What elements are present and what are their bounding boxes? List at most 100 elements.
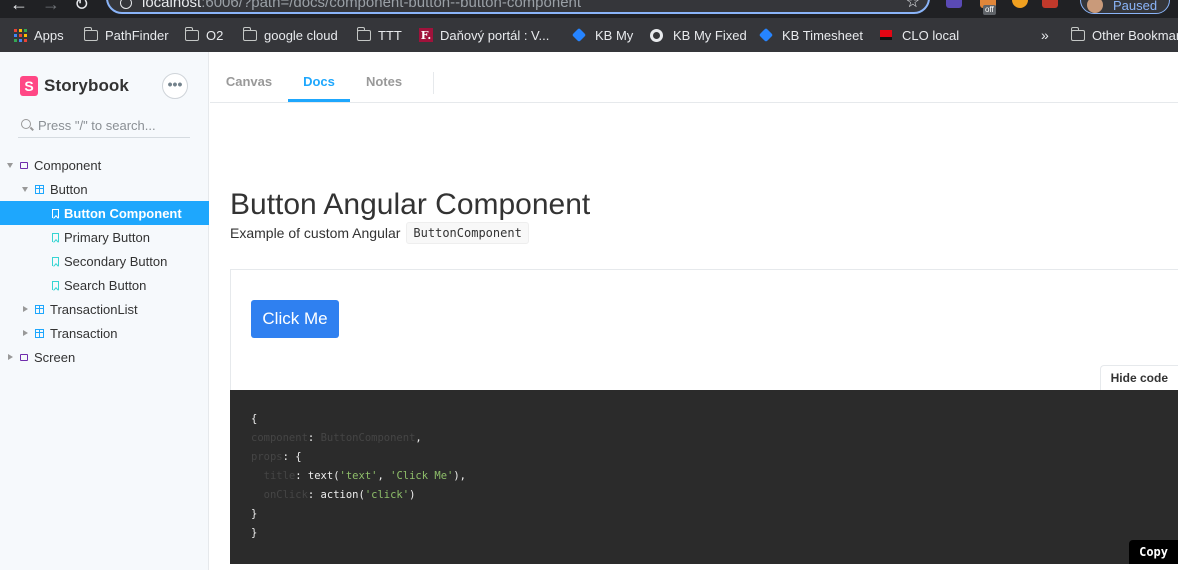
bookmark-story-icon (52, 208, 59, 218)
avatar (1087, 0, 1103, 13)
bookmark-label: O2 (206, 27, 224, 43)
tab-divider (433, 72, 434, 94)
code-block: {component: ButtonComponent, props: { tit… (230, 390, 1178, 564)
bookmark-star-icon[interactable]: ☆ (906, 0, 920, 12)
storybook-logo[interactable]: S Storybook (20, 76, 129, 96)
globe-icon (650, 28, 663, 42)
site-info-icon[interactable] (120, 0, 132, 9)
tree-item-label: Primary Button (64, 229, 150, 245)
bookmark-o2[interactable]: O2 (184, 18, 224, 52)
caret-right-icon[interactable] (23, 306, 28, 312)
search-icon (21, 119, 31, 129)
caret-right-icon[interactable] (8, 354, 13, 360)
code-token: 'Click Me' (390, 470, 454, 482)
bookmark-pathfinder[interactable]: PathFinder (83, 18, 169, 52)
extension-icon[interactable] (1042, 0, 1058, 8)
brand-name: Storybook (44, 76, 129, 95)
click-me-button[interactable]: Click Me (251, 300, 339, 338)
financni-sprava-icon: F. (419, 28, 433, 42)
code-token: : text( (295, 470, 340, 482)
url-host: localhost (142, 0, 202, 11)
main-panel: Canvas Docs Notes Button Angular Compone… (210, 52, 1178, 570)
code-line: onClick: action('click') (251, 486, 1157, 505)
bookmark-label: KB My (595, 27, 634, 43)
tab-docs[interactable]: Docs (288, 62, 350, 102)
bookmarks-overflow-button[interactable]: » (1041, 18, 1049, 52)
search-input[interactable] (38, 115, 188, 135)
tree-item-secondary-button[interactable]: Secondary Button (0, 249, 209, 273)
hide-code-button[interactable]: Hide code (1099, 365, 1178, 390)
tree-item-transaction[interactable]: Transaction (0, 321, 209, 345)
bookmark-apps[interactable]: Apps (14, 18, 64, 52)
code-token: : action( (307, 489, 365, 501)
bookmark-ttt[interactable]: TTT (356, 18, 402, 52)
profile-button[interactable]: Paused (1080, 0, 1170, 14)
other-bookmarks[interactable]: Other Bookmarks (1070, 18, 1178, 52)
url-path: :6006/?path=/docs/component-button--butt… (201, 0, 582, 11)
bookmark-clo-local[interactable]: CLO local (880, 18, 959, 52)
clo-icon (880, 30, 892, 40)
bookmark-kb-my-fixed[interactable]: KB My Fixed (650, 18, 747, 52)
bookmark-kb-my[interactable]: KB My (571, 18, 634, 52)
caret-down-icon[interactable] (22, 186, 28, 192)
tree-item-screen[interactable]: Screen (0, 345, 209, 369)
address-bar[interactable]: localhost:6006/?path=/docs/component-but… (106, 0, 930, 14)
jira-icon (571, 27, 587, 43)
tab-canvas[interactable]: Canvas (215, 62, 283, 102)
bookmark-google-cloud[interactable]: google cloud (242, 18, 338, 52)
description-text: Example of custom Angular (230, 225, 401, 241)
code-token: , (377, 470, 391, 482)
back-arrow-icon[interactable]: ← (10, 0, 28, 15)
tree-item-label: Button Component (64, 205, 182, 221)
bookmark-label: Other Bookmarks (1092, 27, 1178, 43)
nav-buttons: ← → ↻ (10, 0, 89, 15)
bookmark-story-icon (52, 232, 59, 242)
tree-item-button[interactable]: Button (0, 177, 209, 201)
tree-item-search-button[interactable]: Search Button (0, 273, 209, 297)
code-token: ButtonComponent (320, 432, 416, 444)
addon-tabs: Canvas Docs Notes (210, 62, 1178, 103)
bookmark-story-icon (52, 256, 59, 266)
caret-down-icon[interactable] (7, 162, 13, 168)
code-line: } (251, 505, 1157, 524)
doc-description: Example of custom Angular ButtonComponen… (230, 222, 529, 244)
code-token: , (415, 432, 422, 444)
bookmark-label: google cloud (264, 27, 338, 43)
caret-right-icon[interactable] (23, 330, 28, 336)
folder-icon (1070, 26, 1085, 41)
more-horizontal-icon: ••• (167, 76, 183, 92)
code-token: props (251, 451, 283, 463)
tree-item-component[interactable]: Component (0, 153, 209, 177)
code-token: title (251, 470, 296, 482)
extension-icon[interactable] (946, 0, 962, 8)
page-title: Button Angular Component (230, 188, 591, 222)
component-name-code: ButtonComponent (406, 222, 529, 244)
folder-icon (83, 26, 98, 41)
bookmark-danovy-portal[interactable]: F. Daňový portál : V... (419, 18, 549, 52)
copy-button[interactable]: Copy (1129, 540, 1178, 564)
forward-arrow-icon[interactable]: → (42, 0, 60, 15)
browser-toolbar: ← → ↻ localhost:6006/?path=/docs/compone… (0, 0, 1178, 18)
component-icon (35, 328, 44, 338)
bookmark-label: PathFinder (105, 27, 169, 43)
bookmark-label: KB My Fixed (673, 27, 747, 43)
chevron-double-right-icon: » (1041, 27, 1049, 43)
storybook-sidebar: S Storybook ••• Component Button Button … (0, 52, 209, 570)
url-text[interactable]: localhost:6006/?path=/docs/component-but… (142, 0, 581, 11)
code-token: { (251, 413, 258, 425)
folder-icon (242, 26, 257, 41)
tree-item-transactionlist[interactable]: TransactionList (0, 297, 209, 321)
storybook-logo-icon: S (20, 76, 38, 96)
bookmark-kb-timesheet[interactable]: KB Timesheet (758, 18, 863, 52)
reload-icon[interactable]: ↻ (74, 0, 89, 15)
extension-icon[interactable] (1012, 0, 1028, 8)
jira-icon (758, 27, 774, 43)
profile-status: Paused (1113, 0, 1158, 13)
tree-item-button-component[interactable]: Button Component (0, 201, 209, 225)
tab-notes[interactable]: Notes (355, 62, 413, 102)
tree-item-primary-button[interactable]: Primary Button (0, 225, 209, 249)
code-line: title: text('text', 'Click Me'), (251, 467, 1157, 486)
tree-item-label: Secondary Button (64, 253, 168, 269)
sidebar-menu-button[interactable]: ••• (162, 73, 188, 99)
bookmark-label: Daňový portál : V... (440, 27, 550, 43)
